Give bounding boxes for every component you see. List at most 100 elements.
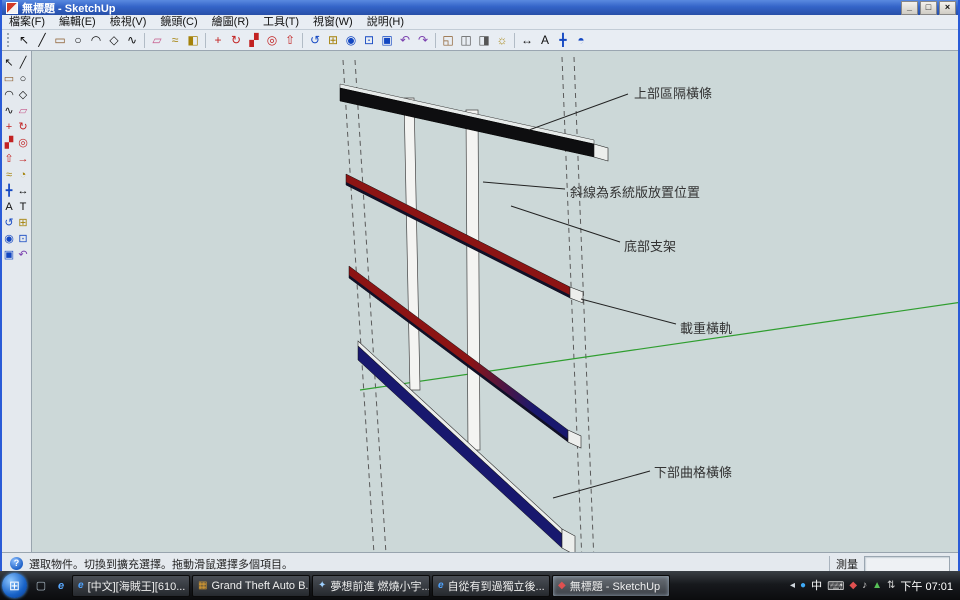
taskbar-button-2[interactable]: ▦ Grand Theft Auto B... xyxy=(192,575,310,597)
palette-circle-button[interactable]: ○ xyxy=(16,71,30,87)
measurement-label: 測量 xyxy=(836,556,858,572)
palette-rotate-button[interactable]: ↻ xyxy=(16,119,30,135)
freehand-tool-button[interactable]: ∿ xyxy=(123,32,141,49)
minimize-button[interactable]: _ xyxy=(901,1,918,15)
menu-window[interactable]: 視窗(W) xyxy=(306,15,360,29)
annotation-bottom-rail[interactable]: 下部曲格橫條 xyxy=(654,462,732,481)
show-desktop-icon[interactable]: ▢ xyxy=(33,579,49,592)
make-component-button[interactable]: ◱ xyxy=(439,32,457,49)
network-tray-icon[interactable]: ⇅ xyxy=(887,580,895,592)
palette-polygon-button[interactable]: ◇ xyxy=(16,87,30,103)
arc-tool-button[interactable]: ◠ xyxy=(87,32,105,49)
toolbar-separator xyxy=(205,33,206,48)
pan-tool-button[interactable]: ⊞ xyxy=(324,32,342,49)
post-right[interactable] xyxy=(466,110,480,450)
hidden-icons-arrow-icon[interactable]: ◂ xyxy=(790,580,795,592)
menu-view[interactable]: 檢視(V) xyxy=(103,15,154,29)
push-pull-tool-button[interactable]: ⇧ xyxy=(281,32,299,49)
palette-offset-button[interactable]: ◎ xyxy=(16,135,30,151)
offset-tool-button[interactable]: ◎ xyxy=(263,32,281,49)
palette-freehand-button[interactable]: ∿ xyxy=(2,103,16,119)
palette-axes-button[interactable]: ╋ xyxy=(2,183,16,199)
palette-pan-button[interactable]: ⊞ xyxy=(16,215,30,231)
eraser-tool-button[interactable]: ▱ xyxy=(148,32,166,49)
move-tool-button[interactable]: + xyxy=(209,32,227,49)
paint-bucket-tool-button[interactable]: ◧ xyxy=(184,32,202,49)
palette-zoom-extents-button[interactable]: ▣ xyxy=(2,247,16,263)
toolbar-grip[interactable] xyxy=(7,33,12,47)
palette-dimension-button[interactable]: ↔ xyxy=(16,183,30,199)
title-bar[interactable]: 無標題 - SketchUp _ □ × xyxy=(2,0,958,15)
downloader-tray-icon[interactable]: ● xyxy=(800,580,806,592)
palette-previous-view-button[interactable]: ↶ xyxy=(16,247,30,263)
menu-camera[interactable]: 鏡頭(C) xyxy=(153,15,204,29)
volume-tray-icon[interactable]: ♪ xyxy=(862,580,867,592)
keyboard-tray-icon[interactable]: ⌨ xyxy=(827,580,844,592)
palette-orbit-button[interactable]: ↺ xyxy=(2,215,16,231)
start-button[interactable]: ⊞ xyxy=(2,573,27,598)
menu-edit[interactable]: 編輯(E) xyxy=(52,15,103,29)
line-tool-button[interactable]: ╱ xyxy=(33,32,51,49)
ime-chinese-icon[interactable]: 中 xyxy=(811,580,822,592)
taskbar-clock[interactable]: 下午 07:01 xyxy=(900,578,953,594)
display-style-button[interactable]: ◨ xyxy=(475,32,493,49)
tape-measure-tool-button[interactable]: ≈ xyxy=(166,32,184,49)
palette-arc-button[interactable]: ◠ xyxy=(2,87,16,103)
polygon-tool-button[interactable]: ◇ xyxy=(105,32,123,49)
palette-line-button[interactable]: ╱ xyxy=(16,55,30,71)
rotate-tool-button[interactable]: ↻ xyxy=(227,32,245,49)
orbit-tool-button[interactable]: ↺ xyxy=(306,32,324,49)
model-viewport xyxy=(32,51,958,552)
menu-draw[interactable]: 繪圖(R) xyxy=(205,15,256,29)
taskbar-button-3[interactable]: ✦ 夢想前進 燃燒小宇... xyxy=(312,575,430,597)
palette-move-button[interactable]: + xyxy=(2,119,16,135)
previous-view-button[interactable]: ↶ xyxy=(396,32,414,49)
annotation-top-divider[interactable]: 上部區隔橫條 xyxy=(634,83,712,102)
next-view-button[interactable]: ↷ xyxy=(414,32,432,49)
scale-tool-button[interactable]: ▞ xyxy=(245,32,263,49)
security-tray-icon[interactable]: ▲ xyxy=(872,580,882,592)
palette-zoom-window-button[interactable]: ⊡ xyxy=(16,231,30,247)
model-canvas[interactable]: 上部區隔橫條 斜線為系統版放置位置 底部支架 載重橫軌 下部曲格橫條 xyxy=(32,51,958,552)
taskbar-button-4[interactable]: e 自從有到過獨立後... xyxy=(432,575,550,597)
palette-text-button[interactable]: A xyxy=(2,199,16,215)
menu-help[interactable]: 說明(H) xyxy=(360,15,411,29)
select-tool-button[interactable]: ↖ xyxy=(15,32,33,49)
axes-tool-button[interactable]: ╋ xyxy=(554,32,572,49)
circle-tool-button[interactable]: ○ xyxy=(69,32,87,49)
menu-tools[interactable]: 工具(T) xyxy=(256,15,306,29)
zoom-tool-button[interactable]: ◉ xyxy=(342,32,360,49)
palette-select-button[interactable]: ↖ xyxy=(2,55,16,71)
annotation-load-rail[interactable]: 載重橫軌 xyxy=(680,318,732,337)
palette-protractor-button[interactable]: ◔ xyxy=(16,167,30,183)
close-button[interactable]: × xyxy=(939,1,956,15)
maximize-button[interactable]: □ xyxy=(920,1,937,15)
media-tray-icon[interactable]: ◆ xyxy=(849,580,857,592)
palette-follow-me-button[interactable]: → xyxy=(16,151,30,167)
section-plane-button[interactable]: ◫ xyxy=(457,32,475,49)
zoom-window-tool-button[interactable]: ⊡ xyxy=(360,32,378,49)
shadows-button[interactable]: ☼ xyxy=(493,32,511,49)
annotation-bottom-bracket[interactable]: 底部支架 xyxy=(624,236,676,255)
palette-eraser-button[interactable]: ▱ xyxy=(16,103,30,119)
browser-icon[interactable]: e xyxy=(53,580,69,592)
get-models-button[interactable]: ◓ xyxy=(572,32,590,49)
annotation-panel-position[interactable]: 斜線為系統版放置位置 xyxy=(570,182,700,201)
palette-scale-button[interactable]: ▞ xyxy=(2,135,16,151)
text-tool-button[interactable]: A xyxy=(536,32,554,49)
zoom-extents-tool-button[interactable]: ▣ xyxy=(378,32,396,49)
dimension-tool-button[interactable]: ↔ xyxy=(518,32,536,49)
taskbar-button-sketchup[interactable]: ◆ 無標題 - SketchUp xyxy=(552,575,670,597)
palette-tape-measure-button[interactable]: ≈ xyxy=(2,167,16,183)
taskbar-button-1[interactable]: e [中文][海賊王][610... xyxy=(72,575,190,597)
game-task-icon: ▦ xyxy=(198,580,207,591)
rectangle-tool-button[interactable]: ▭ xyxy=(51,32,69,49)
menu-file[interactable]: 檔案(F) xyxy=(2,15,52,29)
palette-push-pull-button[interactable]: ⇧ xyxy=(2,151,16,167)
palette-rectangle-button[interactable]: ▭ xyxy=(2,71,16,87)
measurement-input[interactable] xyxy=(864,556,950,572)
tool-palette: ↖ ╱ ▭ ○ ◠ ◇ ∿ ▱ + ↻ ▞ ◎ ⇧ → ≈ ◔ ╋ ↔ A T xyxy=(2,51,32,552)
palette-zoom-button[interactable]: ◉ xyxy=(2,231,16,247)
palette-3d-text-button[interactable]: T xyxy=(16,199,30,215)
window-title: 無標題 - SketchUp xyxy=(22,0,116,16)
